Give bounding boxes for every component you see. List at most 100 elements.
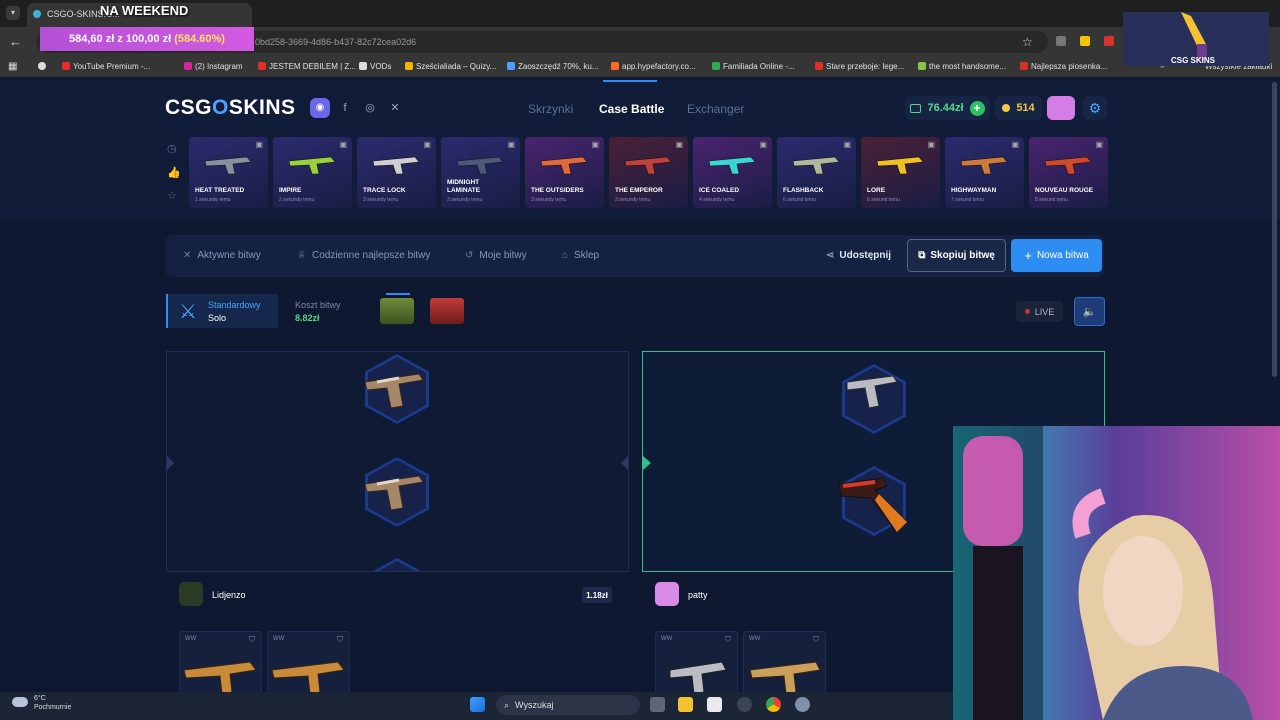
x-icon[interactable]: ✕ [386, 99, 404, 117]
facebook-icon[interactable]: f [336, 99, 354, 117]
basket-icon: ⌂ [562, 250, 569, 261]
mode-players: Solo [208, 313, 227, 323]
live-drop-card[interactable]: ▣ HEAT TREATED 1 sekundę temu [189, 137, 268, 208]
live-drop-card[interactable]: ▣ THE EMPEROR 3 sekundy temu [609, 137, 688, 208]
player-1-avatar[interactable] [179, 582, 203, 606]
gun-image-icon [359, 362, 429, 410]
apps-grid-icon[interactable]: ▦ [8, 61, 17, 72]
bookmark-item[interactable]: VODs [359, 62, 391, 71]
thumbs-up-icon[interactable]: 👍 [167, 166, 181, 179]
extension-icon[interactable] [1056, 36, 1066, 46]
live-drop-card[interactable]: ▣ MIDNIGHT LAMINATE 3 sekundy temu [441, 137, 520, 208]
site-logo[interactable]: CSGOSKINS [165, 96, 296, 120]
history-icon: ↺ [465, 250, 474, 261]
nav-exchanger[interactable]: Exchanger [687, 102, 744, 116]
case-icon: ▣ [759, 140, 767, 149]
bookmark-star-icon[interactable]: ☆ [1022, 35, 1033, 49]
nav-case-battle[interactable]: Case Battle [599, 102, 664, 116]
favicon-icon [33, 10, 41, 18]
bookmark-favicon-icon [611, 62, 619, 70]
new-battle-button[interactable]: + Nowa bitwa [1011, 239, 1102, 272]
bookmark-label: JESTEM DEBILEM | Z... [269, 62, 356, 71]
gun-image-icon [835, 464, 911, 534]
gun-image-icon [792, 156, 840, 175]
gun-image-icon [456, 156, 504, 175]
bookmark-item[interactable]: Najlepsza piosenka... [1020, 62, 1107, 71]
case-red-icon[interactable] [430, 298, 464, 324]
tab-active-battles[interactable]: ✕ Aktywne bitwy [183, 250, 261, 261]
player-1-name[interactable]: Lidjenzo [212, 590, 246, 600]
bookmark-label: Sześcialiada – Quizy... [416, 62, 497, 71]
weather-widget[interactable]: 6°C Pochmurnie [12, 694, 71, 712]
task-view-icon[interactable] [650, 697, 665, 712]
discord-icon[interactable]: ◉ [310, 98, 330, 118]
case-green-icon[interactable] [380, 298, 414, 324]
taskbar-search[interactable]: ⌕ Wyszukaj [496, 695, 640, 715]
tab-shop[interactable]: ⌂ Sklep [562, 250, 599, 261]
bookmark-label: YouTube Premium -... [73, 62, 151, 71]
live-drop-card[interactable]: ▣ ICE COALED 4 sekundy temu [693, 137, 772, 208]
bookmark-item[interactable]: Sześcialiada – Quizy... [405, 62, 496, 71]
live-drop-card[interactable]: ▣ HIGHWAYMAN 7 sekund temu [945, 137, 1024, 208]
app-icon[interactable] [737, 697, 752, 712]
nav-cases[interactable]: Skrzynki [528, 102, 573, 116]
store-icon[interactable] [707, 697, 722, 712]
user-avatar[interactable] [1047, 96, 1075, 120]
deposit-plus-icon[interactable]: + [969, 100, 985, 116]
live-drop-card[interactable]: ▣ IMPIRE 2 sekundy temu [273, 137, 352, 208]
player-2-name[interactable]: patty [688, 590, 708, 600]
live-drop-card[interactable]: ▣ NOUVEAU ROUGE 8 sekund temu [1029, 137, 1108, 208]
weather-temp: 6°C [34, 695, 46, 702]
tab-daily-best[interactable]: ♕ Codzienne najlepsze bitwy [297, 250, 430, 261]
bookmark-item[interactable]: (2) Instagram [184, 62, 243, 71]
won-item-card[interactable]: WW ⛉ [743, 631, 826, 695]
bookmark-item[interactable]: JESTEM DEBILEM | Z... [258, 62, 356, 71]
coins-value: 514 [1016, 102, 1035, 114]
copy-battle-button[interactable]: ⧉ Skopiuj bitwę [907, 239, 1006, 272]
bookmark-item[interactable]: Zaoszczędź 70%, ku... [507, 62, 598, 71]
gun-image-icon [359, 464, 429, 512]
bookmark-item[interactable]: app.hypefactory.co... [611, 62, 696, 71]
live-drop-card[interactable]: ▣ FLASHBACK 6 sekund temu [777, 137, 856, 208]
overlay-clip-label: CSG SKINS [1171, 56, 1216, 65]
start-windows-icon[interactable] [470, 697, 485, 712]
cloud-icon [12, 697, 28, 707]
player-2-avatar[interactable] [655, 582, 679, 606]
gun-image-icon [749, 661, 821, 694]
scrollbar-thumb[interactable] [1272, 82, 1277, 377]
back-arrow-icon[interactable]: ← [9, 34, 22, 49]
clock-icon[interactable]: ◷ [167, 142, 177, 155]
tab-my-battles[interactable]: ↺ Moje bitwy [465, 250, 527, 261]
coins-display[interactable]: 514 [995, 96, 1042, 120]
live-drop-card[interactable]: ▣ LORE 6 sekund temu [861, 137, 940, 208]
won-item-card[interactable]: WW ⛉ [267, 631, 350, 695]
balance-display[interactable]: 76.44zł + [905, 96, 990, 120]
won-item-card[interactable]: WW ⛉ [179, 631, 262, 695]
sound-toggle-icon[interactable]: 🔈 [1074, 297, 1105, 326]
star-icon[interactable]: ☆ [167, 189, 177, 202]
chrome-icon[interactable] [766, 697, 781, 712]
won-item-card[interactable]: WW ⛉ [655, 631, 738, 695]
gun-image-icon [839, 366, 905, 410]
drop-time: 1 sekundę temu [195, 197, 231, 203]
bookmark-item[interactable]: Stare przeboje: lege... [815, 62, 904, 71]
live-drop-card[interactable]: ▣ THE OUTSIDERS 3 sekundy temu [525, 137, 604, 208]
bookmark-item[interactable]: Familiada Online -... [712, 62, 795, 71]
instagram-icon[interactable]: ◎ [361, 99, 379, 117]
bookmark-item[interactable]: the most handsome... [918, 62, 1006, 71]
file-explorer-icon[interactable] [678, 697, 693, 712]
bookmark-github-icon[interactable] [38, 62, 46, 70]
extension-red-icon[interactable] [1104, 36, 1114, 46]
settings-gear-icon[interactable]: ⚙ [1083, 96, 1107, 120]
settings-app-icon[interactable] [795, 697, 810, 712]
drop-time: 8 sekund temu [1035, 197, 1068, 203]
drop-time: 3 sekundy temu [615, 197, 651, 203]
tab-search-button[interactable]: ▾ [6, 6, 20, 20]
bookmark-item[interactable]: YouTube Premium -... [62, 62, 150, 71]
battle-cost-box: Koszt bitwy 8.82zł [283, 294, 363, 328]
extension-l-icon[interactable] [1080, 36, 1090, 46]
share-button[interactable]: ⋖ Udostępnij [826, 250, 891, 261]
drop-skin-name: LORE [867, 187, 886, 194]
live-drop-card[interactable]: ▣ TRACE LOCK 3 sekundy temu [357, 137, 436, 208]
drop-time: 3 sekundy temu [363, 197, 399, 203]
